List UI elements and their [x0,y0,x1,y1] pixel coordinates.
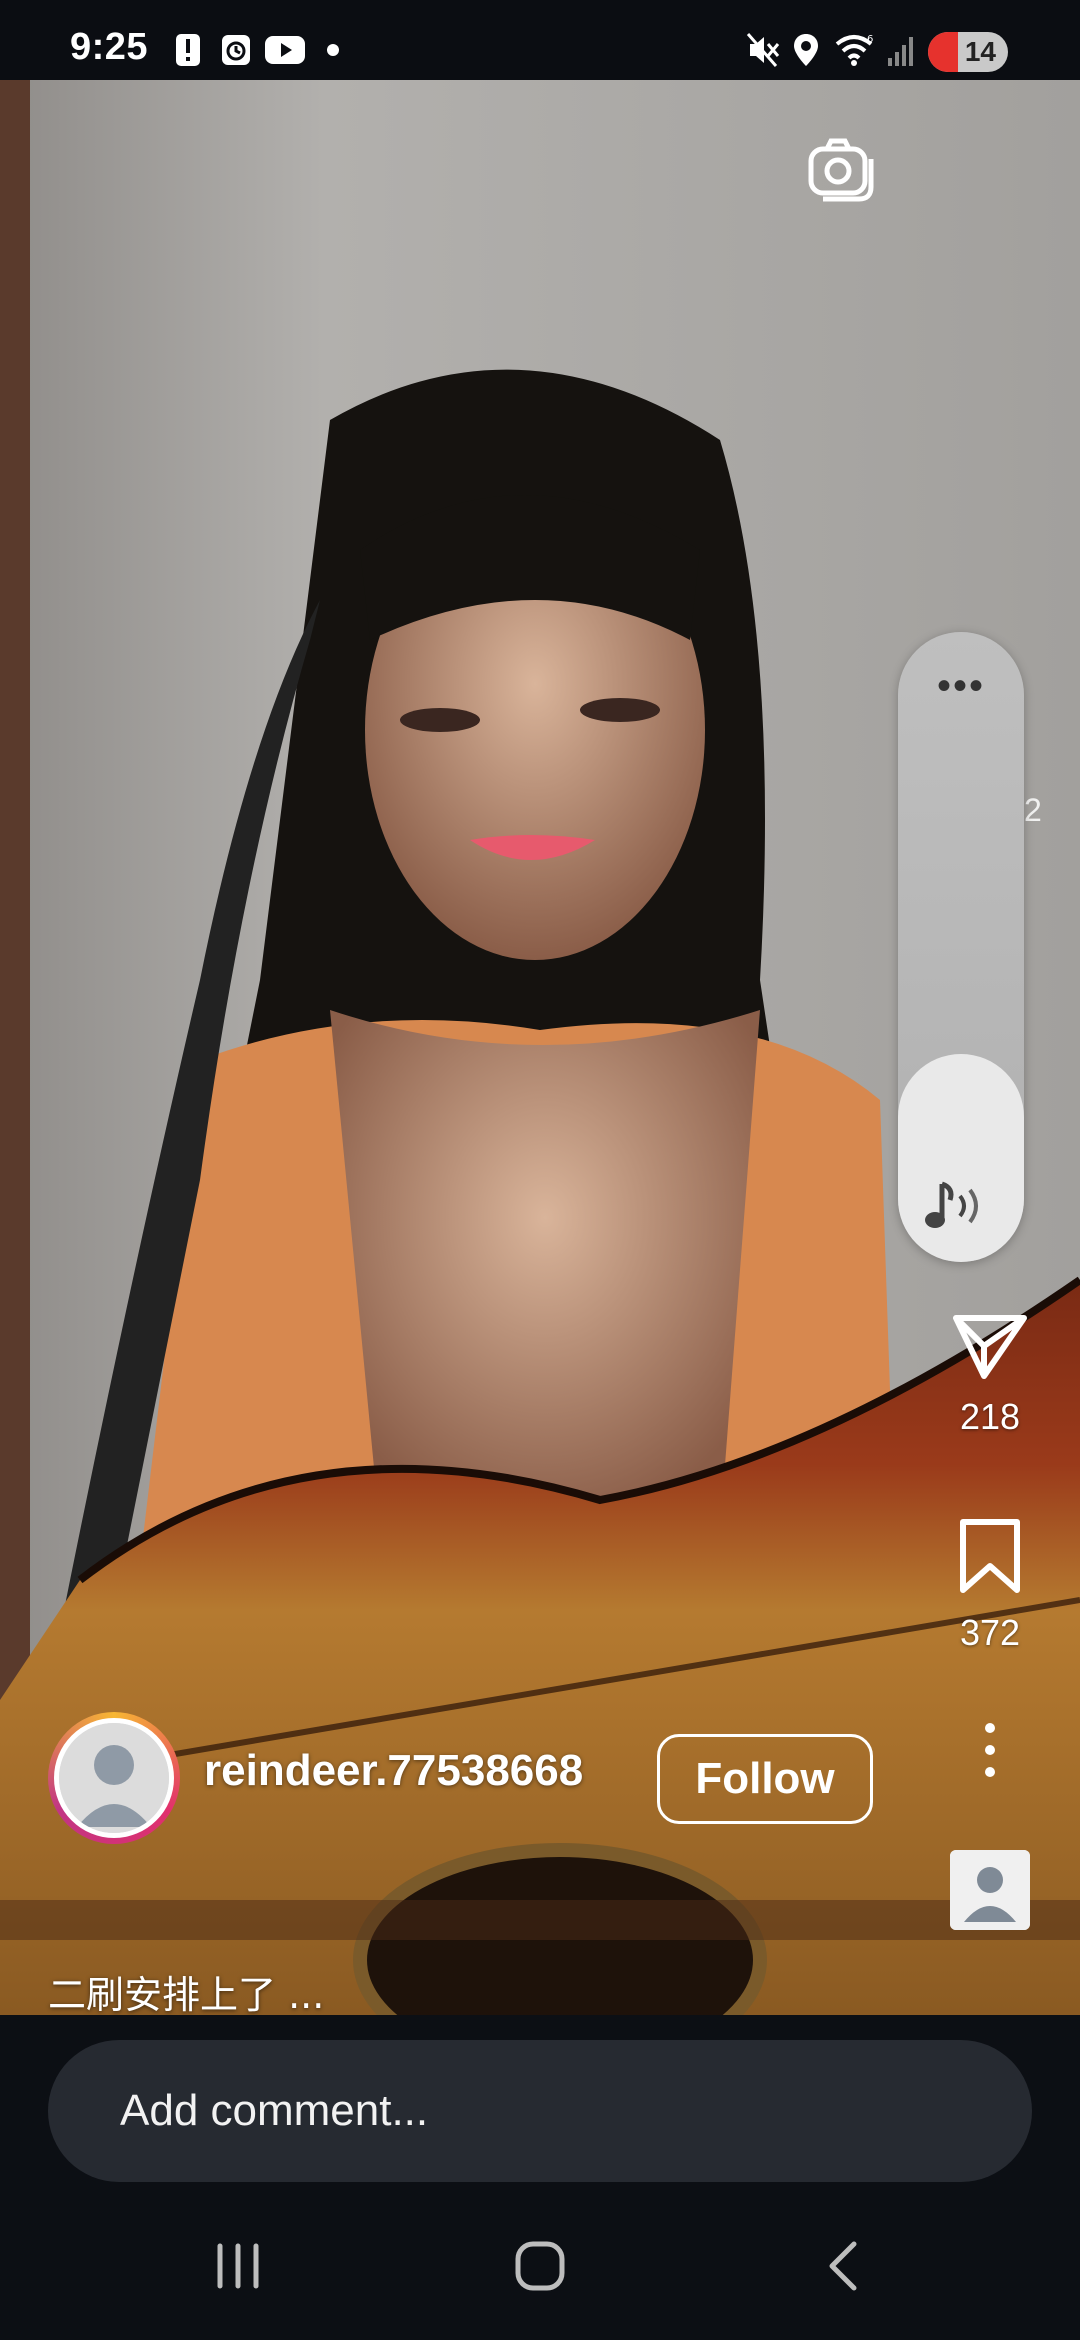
reel-caption[interactable]: 二刷安排上了 ... [48,1964,324,2015]
volume-slider[interactable]: ••• [898,632,1024,1262]
alarm-icon [222,35,250,65]
music-note-icon [925,1181,978,1228]
location-icon [794,34,818,66]
send-icon[interactable] [950,1310,1030,1380]
save-action[interactable]: 372 [940,1516,1040,1654]
wifi-icon: 6 [835,34,873,66]
author-avatar[interactable] [48,1712,180,1844]
battery-icon: 14 [928,32,1008,72]
peek-count: 2 [1024,792,1042,828]
person-icon [950,1850,1030,1930]
reel-video[interactable]: 2 ••• 218 372 reindeer.77538668 Follow 二… [0,80,1080,2015]
follow-button[interactable]: Follow [657,1734,873,1824]
avatar-person-icon [59,1723,169,1833]
camera-icon[interactable] [805,135,877,207]
comment-input[interactable] [48,2040,1032,2182]
audio-profile-thumbnail[interactable] [950,1850,1030,1930]
signal-icon [888,37,913,66]
system-nav-bar [0,2190,1080,2340]
alert-icon [176,34,200,66]
author-username[interactable]: reindeer.77538668 [204,1746,583,1796]
status-time: 9:25 [70,26,149,68]
comment-bar [0,2015,1080,2190]
bookmark-icon[interactable] [955,1516,1025,1596]
svg-text:6: 6 [867,34,873,45]
volume-level-fill[interactable] [898,1054,1024,1262]
back-icon[interactable] [804,2226,884,2306]
more-vertical-icon[interactable] [966,1720,1014,1780]
recent-apps-icon[interactable] [198,2226,278,2306]
status-bar: 9:25 6 14 [0,0,1080,80]
mute-icon [746,33,780,67]
youtube-icon [265,36,305,64]
home-icon[interactable] [500,2226,580,2306]
share-count: 218 [959,1396,1021,1437]
save-count: 372 [959,1612,1021,1653]
more-horizontal-icon[interactable]: ••• [898,666,1024,706]
share-action[interactable]: 218 [940,1310,1040,1438]
dot-icon [327,44,339,56]
